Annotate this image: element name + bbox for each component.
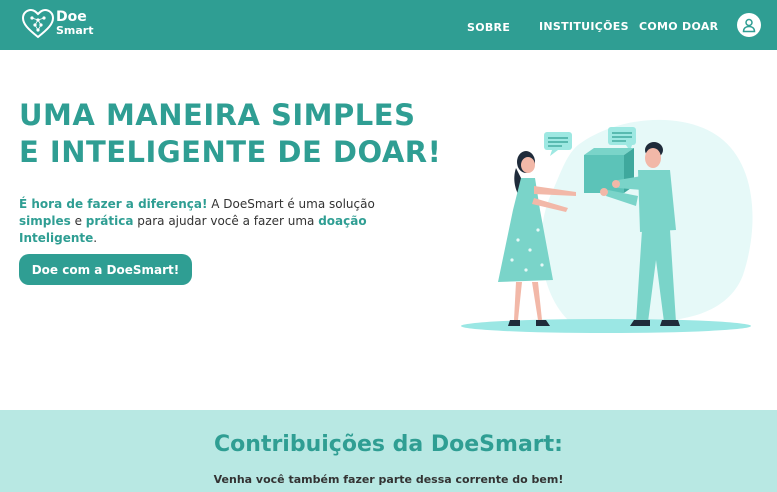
floor-shadow <box>461 319 751 333</box>
speech-bubble-left <box>544 132 572 156</box>
contributions-subtitle: Venha você também fazer parte dessa corr… <box>213 473 564 486</box>
nav-como-doar-link[interactable]: COMO DOAR <box>639 20 718 33</box>
desc-text-3: para ajudar você a fazer uma <box>133 214 319 228</box>
contributions-title: Contribuições da DoeSmart: <box>214 432 563 457</box>
contributions-section: Contribuições da DoeSmart: Venha você ta… <box>0 410 777 492</box>
desc-text-2: e <box>70 214 86 228</box>
hero-title-line1: UMA MANEIRA SIMPLES <box>19 98 416 132</box>
heart-logo-icon <box>22 9 54 39</box>
logo-line2: Smart <box>56 24 94 37</box>
user-icon <box>742 18 756 33</box>
top-navbar: Doe Smart SOBRE INSTITUIÇÕES COMO DOAR <box>0 0 777 50</box>
desc-text-1: A DoeSmart é uma solução <box>207 197 375 211</box>
donation-illustration <box>461 119 753 333</box>
logo-wordmark: Doe Smart <box>56 9 94 37</box>
nav-sobre-link[interactable]: SOBRE <box>467 21 510 34</box>
hero-title: UMA MANEIRA SIMPLES E INTELIGENTE DE DOA… <box>19 97 449 171</box>
user-account-button[interactable] <box>737 13 761 37</box>
nav-instituicoes-link[interactable]: INSTITUIÇÕES <box>539 20 629 33</box>
desc-highlight-3: prática <box>85 214 134 228</box>
donate-cta-button[interactable]: Doe com a DoeSmart! <box>19 254 192 285</box>
desc-highlight-1: É hora de fazer a diferença! <box>19 197 208 211</box>
desc-highlight-2: simples <box>19 214 71 228</box>
logo-line1: Doe <box>56 9 87 25</box>
hero-title-line2: E INTELIGENTE DE DOAR! <box>19 135 442 169</box>
desc-text-4: . <box>93 231 98 245</box>
doesmart-logo[interactable]: Doe Smart <box>22 9 94 39</box>
hero-description: É hora de fazer a diferença! A DoeSmart … <box>19 196 419 247</box>
